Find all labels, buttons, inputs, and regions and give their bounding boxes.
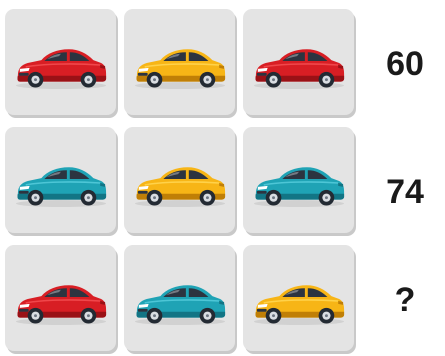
car-tile (243, 245, 354, 351)
sedan-car-icon (134, 285, 226, 325)
row-1-total: 60 (386, 45, 424, 83)
sedan-car-icon (15, 49, 107, 89)
sedan-car-icon (15, 167, 107, 207)
sedan-car-icon (134, 167, 226, 207)
car-tile (243, 127, 354, 233)
sedan-car-icon (253, 285, 345, 325)
car-tile (243, 9, 354, 115)
car-tile (124, 127, 235, 233)
row-3-answer: ? (394, 281, 416, 319)
car-tile (5, 245, 116, 351)
sedan-car-icon (253, 167, 345, 207)
puzzle-grid (0, 0, 360, 356)
row-2-total: 74 (386, 173, 424, 211)
sedan-car-icon (253, 49, 345, 89)
car-tile (124, 245, 235, 351)
car-tile (5, 9, 116, 115)
sedan-car-icon (134, 49, 226, 89)
car-tile (124, 9, 235, 115)
sedan-car-icon (15, 285, 107, 325)
car-tile (5, 127, 116, 233)
